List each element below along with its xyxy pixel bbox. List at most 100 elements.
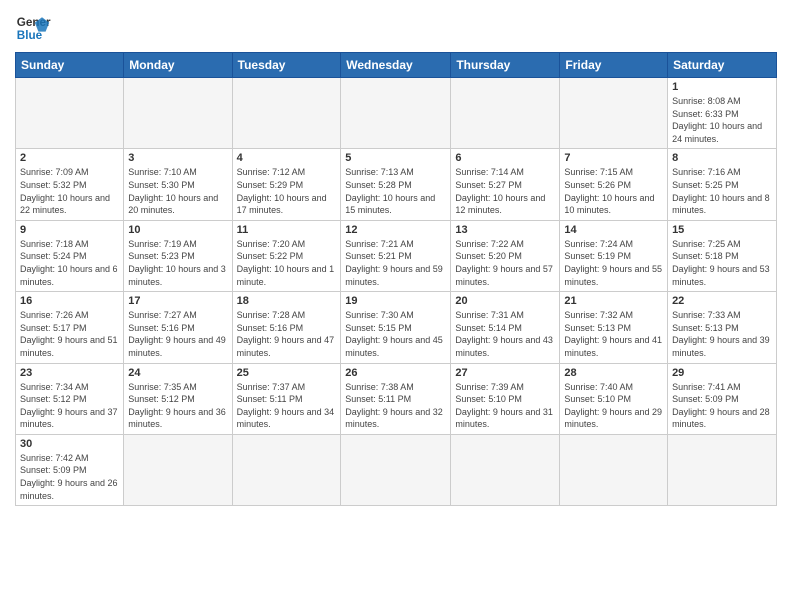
day-info: Sunrise: 7:10 AM Sunset: 5:30 PM Dayligh… — [128, 166, 227, 216]
calendar-cell: 15Sunrise: 7:25 AM Sunset: 5:18 PM Dayli… — [668, 220, 777, 291]
calendar-cell — [124, 78, 232, 149]
day-number: 12 — [345, 224, 446, 236]
day-number: 26 — [345, 367, 446, 379]
calendar-cell: 3 Sunrise: 7:10 AM Sunset: 5:30 PM Daylig… — [124, 149, 232, 220]
day-number: 3 — [128, 152, 227, 164]
calendar-cell: 29 Sunrise: 7:41 AM Sunset: 5:09 PM Dayli… — [668, 363, 777, 434]
calendar-cell: 21Sunrise: 7:32 AM Sunset: 5:13 PM Dayli… — [560, 292, 668, 363]
calendar-cell — [232, 434, 341, 505]
calendar-cell — [560, 78, 668, 149]
calendar-cell: 14 Sunrise: 7:24 AM Sunset: 5:19 PM Dayli… — [560, 220, 668, 291]
calendar-cell: 1 Sunrise: 8:08 AM Sunset: 6:33 PM Daylig… — [668, 78, 777, 149]
calendar-cell: 22 Sunrise: 7:33 AM Sunset: 5:13 PM Dayli… — [668, 292, 777, 363]
day-number: 2 — [20, 152, 119, 164]
day-info: Sunrise: 7:13 AM Sunset: 5:28 PM Dayligh… — [345, 166, 446, 216]
day-info: Sunrise: 7:19 AM Sunset: 5:23 PM Dayligh… — [128, 238, 227, 288]
day-number: 7 — [564, 152, 663, 164]
col-header-friday: Friday — [560, 53, 668, 78]
day-info: Sunrise: 7:33 AM Sunset: 5:13 PM Dayligh… — [672, 309, 772, 359]
calendar-cell: 16Sunrise: 7:26 AM Sunset: 5:17 PM Dayli… — [16, 292, 124, 363]
day-number: 5 — [345, 152, 446, 164]
calendar-week-row: 30Sunrise: 7:42 AM Sunset: 5:09 PM Dayli… — [16, 434, 777, 505]
calendar-cell: 13 Sunrise: 7:22 AM Sunset: 5:20 PM Dayli… — [451, 220, 560, 291]
calendar-cell: 25Sunrise: 7:37 AM Sunset: 5:11 PM Dayli… — [232, 363, 341, 434]
day-number: 4 — [237, 152, 337, 164]
day-info: Sunrise: 7:27 AM Sunset: 5:16 PM Dayligh… — [128, 309, 227, 359]
calendar-week-row: 9Sunrise: 7:18 AM Sunset: 5:24 PM Daylig… — [16, 220, 777, 291]
calendar-cell — [16, 78, 124, 149]
day-number: 17 — [128, 295, 227, 307]
day-info: Sunrise: 7:37 AM Sunset: 5:11 PM Dayligh… — [237, 381, 337, 431]
day-info: Sunrise: 7:30 AM Sunset: 5:15 PM Dayligh… — [345, 309, 446, 359]
calendar-cell — [668, 434, 777, 505]
day-info: Sunrise: 7:35 AM Sunset: 5:12 PM Dayligh… — [128, 381, 227, 431]
calendar-cell: 19Sunrise: 7:30 AM Sunset: 5:15 PM Dayli… — [341, 292, 451, 363]
calendar-cell: 12 Sunrise: 7:21 AM Sunset: 5:21 PM Dayli… — [341, 220, 451, 291]
calendar-cell: 5 Sunrise: 7:13 AM Sunset: 5:28 PM Daylig… — [341, 149, 451, 220]
day-number: 10 — [128, 224, 227, 236]
day-number: 20 — [455, 295, 555, 307]
calendar-cell: 8Sunrise: 7:16 AM Sunset: 5:25 PM Daylig… — [668, 149, 777, 220]
day-info: Sunrise: 7:20 AM Sunset: 5:22 PM Dayligh… — [237, 238, 337, 288]
day-number: 1 — [672, 81, 772, 93]
col-header-tuesday: Tuesday — [232, 53, 341, 78]
day-info: Sunrise: 7:22 AM Sunset: 5:20 PM Dayligh… — [455, 238, 555, 288]
calendar-week-row: 16Sunrise: 7:26 AM Sunset: 5:17 PM Dayli… — [16, 292, 777, 363]
calendar-cell: 10 Sunrise: 7:19 AM Sunset: 5:23 PM Dayli… — [124, 220, 232, 291]
col-header-thursday: Thursday — [451, 53, 560, 78]
calendar-cell: 7Sunrise: 7:15 AM Sunset: 5:26 PM Daylig… — [560, 149, 668, 220]
calendar-week-row: 1 Sunrise: 8:08 AM Sunset: 6:33 PM Daylig… — [16, 78, 777, 149]
day-info: Sunrise: 7:12 AM Sunset: 5:29 PM Dayligh… — [237, 166, 337, 216]
calendar-cell — [232, 78, 341, 149]
day-info: Sunrise: 8:08 AM Sunset: 6:33 PM Dayligh… — [672, 95, 772, 145]
day-number: 21 — [564, 295, 663, 307]
day-number: 14 — [564, 224, 663, 236]
logo-icon: General Blue — [15, 10, 51, 46]
page: General Blue SundayMondayTuesdayWednesda… — [0, 0, 792, 612]
day-number: 24 — [128, 367, 227, 379]
calendar-cell: 27 Sunrise: 7:39 AM Sunset: 5:10 PM Dayli… — [451, 363, 560, 434]
calendar-cell: 9Sunrise: 7:18 AM Sunset: 5:24 PM Daylig… — [16, 220, 124, 291]
day-info: Sunrise: 7:26 AM Sunset: 5:17 PM Dayligh… — [20, 309, 119, 359]
calendar-cell: 17 Sunrise: 7:27 AM Sunset: 5:16 PM Dayli… — [124, 292, 232, 363]
day-info: Sunrise: 7:24 AM Sunset: 5:19 PM Dayligh… — [564, 238, 663, 288]
calendar-cell: 28Sunrise: 7:40 AM Sunset: 5:10 PM Dayli… — [560, 363, 668, 434]
day-number: 23 — [20, 367, 119, 379]
day-number: 6 — [455, 152, 555, 164]
day-number: 15 — [672, 224, 772, 236]
calendar-cell: 4 Sunrise: 7:12 AM Sunset: 5:29 PM Daylig… — [232, 149, 341, 220]
calendar-header-row: SundayMondayTuesdayWednesdayThursdayFrid… — [16, 53, 777, 78]
day-number: 13 — [455, 224, 555, 236]
calendar-cell: 20Sunrise: 7:31 AM Sunset: 5:14 PM Dayli… — [451, 292, 560, 363]
day-number: 11 — [237, 224, 337, 236]
day-number: 27 — [455, 367, 555, 379]
col-header-saturday: Saturday — [668, 53, 777, 78]
day-info: Sunrise: 7:34 AM Sunset: 5:12 PM Dayligh… — [20, 381, 119, 431]
day-number: 30 — [20, 438, 119, 450]
calendar-cell: 6Sunrise: 7:14 AM Sunset: 5:27 PM Daylig… — [451, 149, 560, 220]
day-info: Sunrise: 7:18 AM Sunset: 5:24 PM Dayligh… — [20, 238, 119, 288]
calendar-cell: 26Sunrise: 7:38 AM Sunset: 5:11 PM Dayli… — [341, 363, 451, 434]
calendar-cell: 2Sunrise: 7:09 AM Sunset: 5:32 PM Daylig… — [16, 149, 124, 220]
day-info: Sunrise: 7:39 AM Sunset: 5:10 PM Dayligh… — [455, 381, 555, 431]
day-number: 22 — [672, 295, 772, 307]
calendar-cell — [124, 434, 232, 505]
calendar-week-row: 2Sunrise: 7:09 AM Sunset: 5:32 PM Daylig… — [16, 149, 777, 220]
calendar-cell — [341, 434, 451, 505]
day-info: Sunrise: 7:21 AM Sunset: 5:21 PM Dayligh… — [345, 238, 446, 288]
day-number: 18 — [237, 295, 337, 307]
day-info: Sunrise: 7:41 AM Sunset: 5:09 PM Dayligh… — [672, 381, 772, 431]
calendar-cell — [560, 434, 668, 505]
calendar-cell — [341, 78, 451, 149]
day-number: 29 — [672, 367, 772, 379]
col-header-wednesday: Wednesday — [341, 53, 451, 78]
col-header-monday: Monday — [124, 53, 232, 78]
calendar-week-row: 23 Sunrise: 7:34 AM Sunset: 5:12 PM Dayli… — [16, 363, 777, 434]
calendar-cell — [451, 434, 560, 505]
day-number: 28 — [564, 367, 663, 379]
logo: General Blue — [15, 10, 51, 46]
day-info: Sunrise: 7:28 AM Sunset: 5:16 PM Dayligh… — [237, 309, 337, 359]
header: General Blue — [15, 10, 777, 46]
col-header-sunday: Sunday — [16, 53, 124, 78]
calendar-cell — [451, 78, 560, 149]
